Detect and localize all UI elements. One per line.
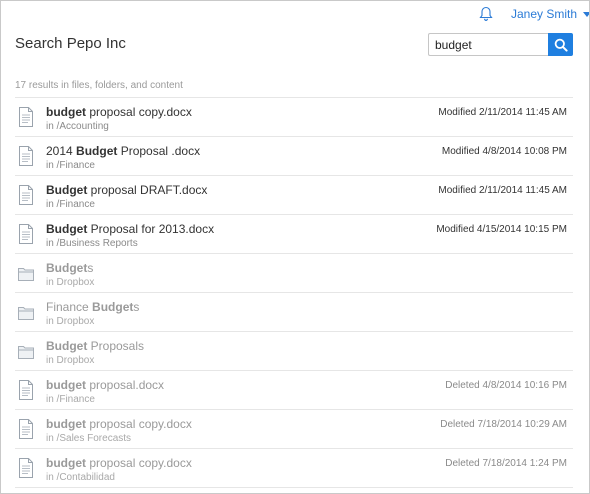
result-name[interactable]: budget proposal copy.docx	[46, 105, 192, 119]
result-name[interactable]: Budget Proposals	[46, 339, 144, 353]
chevron-down-icon	[583, 11, 589, 17]
document-icon	[17, 223, 35, 245]
search-input[interactable]	[428, 33, 549, 56]
search-icon	[554, 38, 568, 52]
result-name-match: budget	[46, 417, 86, 431]
result-name[interactable]: Budget Proposal for 2013.docx	[46, 222, 214, 236]
result-location: in /Contabilidad	[46, 472, 115, 483]
result-location: in /Finance	[46, 160, 95, 171]
result-name-match: Budget	[46, 222, 88, 236]
result-name[interactable]: 2014 Budget Proposal .docx	[46, 144, 200, 158]
document-icon	[17, 145, 35, 167]
result-modified-date: Modified 4/15/2014 10:15 PM	[436, 224, 567, 235]
result-location: in /Finance	[46, 394, 95, 405]
result-name[interactable]: Budget proposal DRAFT.docx	[46, 183, 207, 197]
result-name[interactable]: budget proposal copy.docx	[46, 417, 192, 431]
file-result-row[interactable]: Budget proposal DRAFT.docx in /Finance Mod…	[15, 176, 573, 215]
user-name: Janey Smith	[511, 7, 578, 21]
result-location: in /Sales Forecasts	[46, 433, 132, 444]
result-name-suffix: proposal.docx	[86, 378, 165, 392]
result-modified-date: Modified 2/11/2014 11:45 AM	[438, 107, 567, 118]
file-result-row[interactable]: 2014 Budget Proposal .docx in /Finance Mod…	[15, 137, 573, 176]
result-name[interactable]: budget proposal.docx	[46, 378, 164, 392]
result-modified-date: Modified 4/8/2014 10:08 PM	[441, 146, 567, 157]
document-icon	[17, 106, 35, 128]
result-name-match: Budget	[46, 183, 88, 197]
folder-icon	[17, 301, 35, 323]
result-location: in /Accounting	[46, 121, 109, 132]
folder-icon	[17, 262, 35, 284]
file-result-row[interactable]: budget proposal copy.docx in /Contabilida…	[15, 449, 573, 488]
result-name-prefix: Finance	[46, 300, 93, 314]
file-result-row[interactable]: budget proposal.docx in /Finance Deleted 4…	[15, 371, 573, 410]
result-name-prefix: 2014	[46, 144, 77, 158]
result-name-match: Budget	[46, 339, 88, 353]
result-name-suffix: proposal DRAFT.docx	[87, 183, 208, 197]
results-list: budget proposal copy.docx in /Accounting M…	[15, 97, 573, 488]
app-window: Janey Smith Search Pepo Inc 17 results i…	[0, 0, 590, 494]
file-result-row[interactable]: budget proposal copy.docx in /Sales Forec…	[15, 410, 573, 449]
search-button[interactable]	[548, 33, 573, 56]
result-name-suffix: proposal copy.docx	[86, 417, 192, 431]
file-result-row[interactable]: Budget Proposal for 2013.docx in /Busines…	[15, 215, 573, 254]
result-name[interactable]: budget proposal copy.docx	[46, 456, 192, 470]
document-icon	[17, 457, 35, 479]
folder-icon	[17, 340, 35, 362]
folder-result-row[interactable]: Finance Budgets in Dropbox	[15, 293, 573, 332]
top-bar: Janey Smith	[1, 1, 589, 27]
document-icon	[17, 418, 35, 440]
result-name-suffix: Proposal .docx	[117, 144, 201, 158]
result-name-suffix: s	[133, 300, 140, 314]
result-name-suffix: proposal copy.docx	[86, 105, 192, 119]
result-location: in /Business Reports	[46, 238, 138, 249]
result-name-match: Budget	[92, 300, 134, 314]
result-modified-date: Deleted 4/8/2014 10:16 PM	[445, 380, 567, 391]
result-name-match: budget	[46, 105, 86, 119]
result-modified-date: Deleted 7/18/2014 1:24 PM	[445, 458, 567, 469]
result-name-suffix: proposal copy.docx	[86, 456, 192, 470]
results-summary: 17 results in files, folders, and conten…	[15, 80, 183, 91]
result-name[interactable]: Budgets	[46, 261, 93, 275]
folder-result-row[interactable]: Budgets in Dropbox	[15, 254, 573, 293]
bell-icon[interactable]	[479, 6, 493, 22]
result-name-match: budget	[46, 456, 86, 470]
result-location: in Dropbox	[46, 277, 95, 288]
result-location: in Dropbox	[46, 355, 95, 366]
folder-result-row[interactable]: Budget Proposals in Dropbox	[15, 332, 573, 371]
document-icon	[17, 184, 35, 206]
user-menu[interactable]: Janey Smith	[511, 7, 589, 21]
result-location: in /Finance	[46, 199, 95, 210]
file-result-row[interactable]: budget proposal copy.docx in /Accounting M…	[15, 98, 573, 137]
result-name-suffix: Proposals	[87, 339, 145, 353]
result-location: in Dropbox	[46, 316, 95, 327]
document-icon	[17, 379, 35, 401]
result-name-suffix: Proposal for 2013.docx	[87, 222, 215, 236]
result-name-suffix: s	[87, 261, 94, 275]
result-name-match: Budget	[76, 144, 118, 158]
result-modified-date: Modified 2/11/2014 11:45 AM	[438, 185, 567, 196]
result-name-match: budget	[46, 378, 86, 392]
page-title: Search Pepo Inc	[15, 35, 126, 52]
result-name-match: Budget	[46, 261, 88, 275]
result-name[interactable]: Finance Budgets	[46, 300, 139, 314]
result-modified-date: Deleted 7/18/2014 10:29 AM	[440, 419, 567, 430]
